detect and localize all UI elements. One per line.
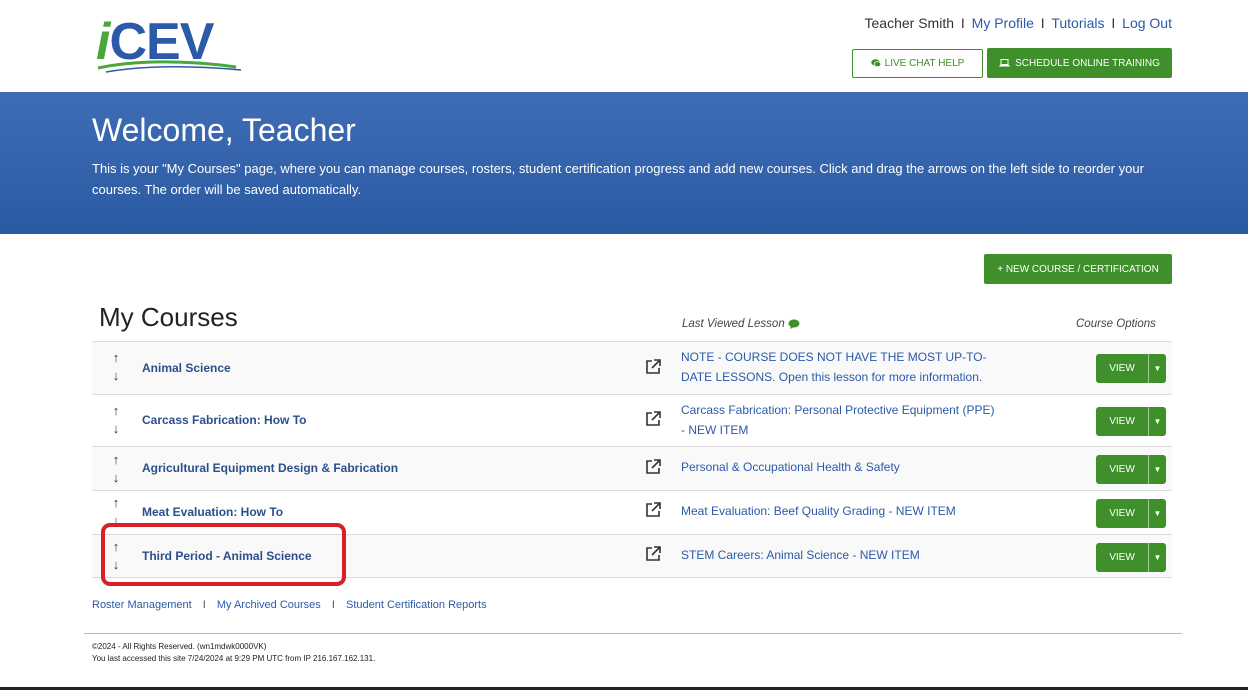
certification-reports-link[interactable]: Student Certification Reports: [346, 599, 487, 611]
nav-separator: I: [960, 15, 965, 31]
external-link-icon[interactable]: [644, 458, 662, 476]
welcome-description: This is your "My Courses" page, where yo…: [92, 161, 1144, 197]
nav-separator: I: [1040, 15, 1045, 31]
chat-bubble-icon: [870, 59, 881, 68]
external-link-icon[interactable]: [644, 545, 662, 563]
reorder-arrows-icon[interactable]: ↑ ↓: [109, 402, 123, 438]
archived-courses-link[interactable]: My Archived Courses: [217, 599, 321, 611]
course-name-link[interactable]: Agricultural Equipment Design & Fabricat…: [142, 461, 398, 475]
footer-divider: [84, 633, 1182, 634]
copyright-block: ©2024 - All Rights Reserved. (wn1mdwk000…: [92, 641, 375, 665]
course-options-header: Course Options: [1076, 318, 1156, 330]
reorder-arrows-icon[interactable]: ↑ ↓: [109, 349, 123, 385]
chat-bubble-icon[interactable]: [788, 319, 800, 329]
new-course-button[interactable]: + NEW COURSE / CERTIFICATION: [984, 254, 1172, 284]
last-viewed-lesson-link[interactable]: Meat Evaluation: Beef Quality Grading - …: [681, 502, 1001, 522]
log-out-link[interactable]: Log Out: [1122, 15, 1172, 31]
dropdown-caret-icon[interactable]: ▼: [1148, 455, 1166, 484]
footer-links: Roster Management I My Archived Courses …: [92, 599, 487, 611]
last-access-text: You last accessed this site 7/24/2024 at…: [92, 654, 376, 663]
view-course-button[interactable]: VIEW ▼: [1096, 499, 1166, 528]
schedule-training-button[interactable]: SCHEDULE ONLINE TRAINING: [987, 48, 1172, 78]
last-viewed-lesson-link[interactable]: NOTE - COURSE DOES NOT HAVE THE MOST UP-…: [681, 348, 1001, 387]
view-course-button[interactable]: VIEW ▼: [1096, 354, 1166, 383]
highlight-box: [101, 523, 346, 586]
schedule-training-label: SCHEDULE ONLINE TRAINING: [1015, 57, 1160, 69]
welcome-title: Welcome, Teacher: [92, 112, 356, 148]
roster-management-link[interactable]: Roster Management: [92, 599, 192, 611]
view-label: VIEW: [1109, 416, 1135, 427]
tutorials-link[interactable]: Tutorials: [1051, 15, 1104, 31]
last-viewed-lesson-link[interactable]: Personal & Occupational Health & Safety: [681, 458, 1001, 478]
icev-logo[interactable]: iCEV: [96, 14, 256, 76]
last-viewed-lesson-link[interactable]: Carcass Fabrication: Personal Protective…: [681, 401, 1001, 440]
view-label: VIEW: [1109, 363, 1135, 374]
course-name-link[interactable]: Carcass Fabrication: How To: [142, 413, 306, 427]
course-row: ↑ ↓ Carcass Fabrication: How To Carcass F…: [92, 394, 1172, 446]
reorder-arrows-icon[interactable]: ↑ ↓: [109, 451, 123, 487]
course-name-link[interactable]: Animal Science: [142, 361, 231, 375]
my-profile-link[interactable]: My Profile: [972, 15, 1034, 31]
dropdown-caret-icon[interactable]: ▼: [1148, 407, 1166, 436]
view-label: VIEW: [1109, 464, 1135, 475]
welcome-banner: Welcome, Teacher This is your "My Course…: [0, 92, 1248, 234]
user-nav: Teacher Smith I My Profile I Tutorials I…: [865, 15, 1172, 31]
laptop-icon: [999, 59, 1010, 67]
my-courses-title: My Courses: [99, 302, 238, 332]
copyright-text: ©2024 - All Rights Reserved. (wn1mdwk000…: [92, 642, 267, 651]
view-course-button[interactable]: VIEW ▼: [1096, 543, 1166, 572]
dropdown-caret-icon[interactable]: ▼: [1148, 543, 1166, 572]
external-link-icon[interactable]: [644, 358, 662, 376]
last-viewed-lesson-header: Last Viewed Lesson: [682, 318, 800, 330]
view-course-button[interactable]: VIEW ▼: [1096, 407, 1166, 436]
last-viewed-lesson-link[interactable]: STEM Careers: Animal Science - NEW ITEM: [681, 546, 1001, 566]
course-row: ↑ ↓ Agricultural Equipment Design & Fabri…: [92, 446, 1172, 490]
live-chat-help-label: LIVE CHAT HELP: [884, 58, 965, 69]
nav-separator: I: [1111, 15, 1116, 31]
logo-swoosh-icon: [97, 60, 242, 73]
external-link-icon[interactable]: [644, 410, 662, 428]
footer-separator: I: [331, 599, 335, 611]
live-chat-help-button[interactable]: LIVE CHAT HELP: [852, 49, 983, 78]
footer-separator: I: [202, 599, 206, 611]
view-label: VIEW: [1109, 552, 1135, 563]
course-row: ↑ ↓ Animal Science NOTE - COURSE DOES NOT…: [92, 341, 1172, 394]
dropdown-caret-icon[interactable]: ▼: [1148, 499, 1166, 528]
dropdown-caret-icon[interactable]: ▼: [1148, 354, 1166, 383]
external-link-icon[interactable]: [644, 501, 662, 519]
last-viewed-lesson-label: Last Viewed Lesson: [682, 318, 785, 330]
view-course-button[interactable]: VIEW ▼: [1096, 455, 1166, 484]
view-label: VIEW: [1109, 508, 1135, 519]
user-name: Teacher Smith: [864, 15, 954, 31]
course-name-link[interactable]: Meat Evaluation: How To: [142, 505, 283, 519]
